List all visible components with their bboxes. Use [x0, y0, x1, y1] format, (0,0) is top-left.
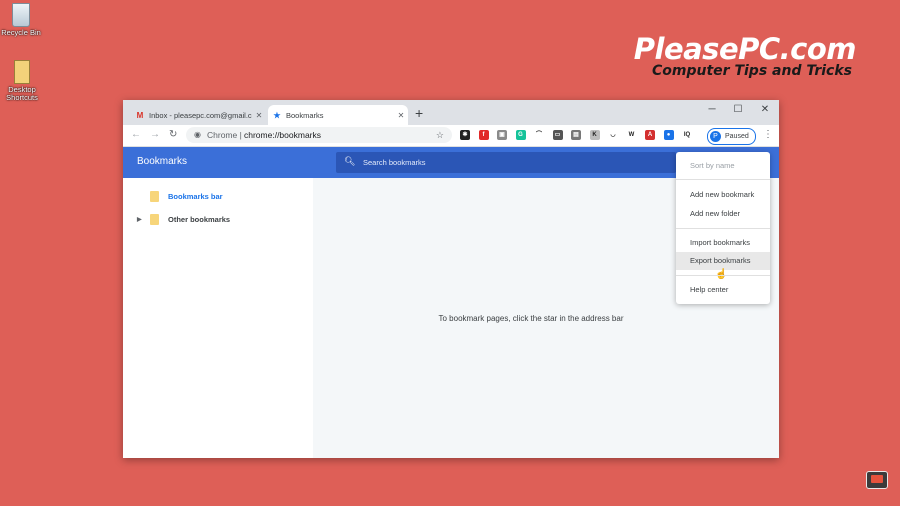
- desktop-icon-label: Recycle Bin: [1, 28, 41, 37]
- iq-ext-icon[interactable]: IQ: [682, 130, 692, 140]
- tab-title: Inbox - pleasepc.com@gmail.co: [149, 110, 252, 120]
- menu-divider: [676, 228, 770, 229]
- recycle-bin-icon: [12, 3, 30, 27]
- pocket-ext-icon[interactable]: ◡: [608, 130, 618, 140]
- chrome-window: M Inbox - pleasepc.com@gmail.co ✕ ★ Book…: [123, 100, 779, 458]
- empty-state-message: To bookmark pages, click the star in the…: [438, 314, 624, 323]
- bookmark-star-icon[interactable]: ☆: [436, 127, 444, 143]
- address-bar[interactable]: ◉ Chrome | chrome://bookmarks ☆: [186, 127, 452, 143]
- menu-item-export[interactable]: Export bookmarks ☝: [676, 252, 770, 280]
- profile-status: Paused: [725, 133, 749, 140]
- black-box-ext-icon[interactable]: ▭: [552, 130, 563, 140]
- page-title: Bookmarks: [137, 156, 188, 167]
- organize-menu: Sort by name Add new bookmark Add new fo…: [676, 152, 770, 304]
- chrome-menu-icon[interactable]: ⋮: [763, 129, 773, 140]
- tab-strip: M Inbox - pleasepc.com@gmail.co ✕ ★ Book…: [123, 100, 779, 125]
- menu-divider: [676, 179, 770, 180]
- close-tab-icon[interactable]: ✕: [394, 111, 408, 120]
- folder-shortcut-icon: [14, 60, 30, 84]
- search-icon: 🔍︎: [344, 156, 356, 166]
- forward-button[interactable]: →: [150, 129, 160, 140]
- browser-toolbar: ← → ↻ ◉ Chrome | chrome://bookmarks ☆ ✱ f…: [123, 125, 779, 147]
- menu-item-help[interactable]: Help center: [676, 281, 770, 299]
- profile-button[interactable]: P Paused: [707, 128, 756, 145]
- brand-subtitle: Computer Tips and Tricks: [652, 63, 852, 79]
- camera-ext-icon[interactable]: ●: [663, 130, 674, 140]
- brand-title: PleasePC.com: [633, 32, 857, 66]
- grey-box-ext-icon[interactable]: ▣: [497, 130, 507, 140]
- tree-item-label: Other bookmarks: [168, 214, 231, 224]
- desktop-icon-recycle-bin[interactable]: Recycle Bin: [0, 3, 44, 37]
- tree-item-bookmarks-bar[interactable]: Bookmarks bar: [137, 189, 223, 203]
- close-window-button[interactable]: ✕: [750, 102, 779, 118]
- folder-tree: Bookmarks bar ▶ Other bookmarks: [123, 178, 313, 458]
- menu-item-add-folder[interactable]: Add new folder: [676, 205, 770, 223]
- reader-ext-icon[interactable]: ▤: [571, 130, 581, 140]
- tab-inbox[interactable]: M Inbox - pleasepc.com@gmail.co ✕: [131, 105, 266, 125]
- new-tab-button[interactable]: +: [415, 105, 423, 121]
- pdf-ext-icon[interactable]: A: [645, 130, 655, 140]
- maximize-button[interactable]: ☐: [723, 102, 753, 118]
- menu-item-import[interactable]: Import bookmarks: [676, 234, 770, 252]
- arc-ext-icon[interactable]: ⌒: [534, 130, 544, 140]
- desktop-icon-shortcuts[interactable]: Desktop Shortcuts: [0, 60, 45, 102]
- omnibox-site-label: Chrome |: [207, 130, 242, 140]
- flipboard-ext-icon[interactable]: f: [478, 130, 489, 140]
- search-input[interactable]: 🔍︎ Search bookmarks: [336, 152, 676, 173]
- menu-divider: [676, 275, 770, 276]
- avatar: P: [710, 131, 721, 142]
- reload-button[interactable]: ↻: [169, 129, 177, 140]
- folder-icon: [150, 213, 159, 225]
- back-button[interactable]: ←: [131, 129, 141, 140]
- close-tab-icon[interactable]: ✕: [252, 111, 266, 120]
- gmail-icon: M: [136, 110, 144, 120]
- omnibox-url[interactable]: chrome://bookmarks: [244, 127, 321, 143]
- star-icon: ★: [273, 110, 281, 120]
- black-ext-icon[interactable]: ✱: [460, 130, 470, 140]
- grammarly-ext-icon[interactable]: G: [515, 130, 526, 140]
- w-ext-icon[interactable]: W: [626, 130, 637, 140]
- k-ext-icon[interactable]: K: [589, 130, 600, 140]
- desktop-icon-label: Desktop Shortcuts: [6, 85, 38, 102]
- site-info-icon[interactable]: ◉: [194, 127, 201, 143]
- tray-app-glyph: [871, 475, 883, 483]
- tree-item-label: Bookmarks bar: [168, 191, 223, 201]
- expand-arrow-icon[interactable]: ▶: [137, 216, 147, 223]
- menu-item-sort[interactable]: Sort by name: [676, 157, 770, 175]
- tree-item-other-bookmarks[interactable]: ▶ Other bookmarks: [137, 212, 230, 226]
- tab-bookmarks[interactable]: ★ Bookmarks ✕: [268, 105, 408, 125]
- menu-item-export-label: Export bookmarks: [690, 256, 751, 265]
- search-placeholder: Search bookmarks: [363, 158, 426, 167]
- tab-title: Bookmarks: [286, 110, 324, 120]
- folder-icon: [150, 190, 159, 202]
- tray-app-icon[interactable]: [866, 471, 888, 489]
- menu-item-add-bookmark[interactable]: Add new bookmark: [676, 186, 770, 204]
